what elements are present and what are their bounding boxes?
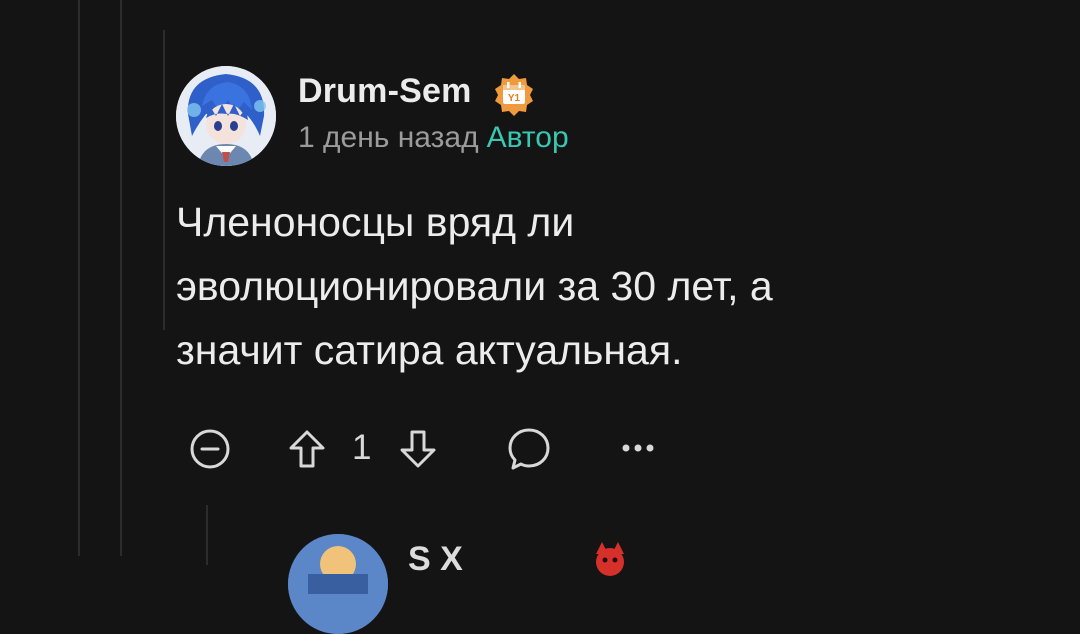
comment-meta: 1 день назад Автор	[298, 121, 569, 155]
minus-circle-icon[interactable]	[189, 428, 231, 470]
next-comment-username[interactable]: S X	[408, 540, 463, 579]
comment-bubble-icon[interactable]	[506, 426, 552, 472]
comment-line: Членоносцы вряд ли	[176, 199, 575, 245]
username[interactable]: Drum-Sem	[298, 72, 472, 111]
comment-line: значит сатира актуальная.	[176, 327, 683, 373]
comment-line: эволюционировали за 30 лет, а	[176, 263, 773, 309]
badge-text: Y1	[508, 93, 521, 104]
arrow-up-icon[interactable]	[287, 428, 327, 470]
reply-thread-line	[206, 505, 208, 565]
vote-count: 1	[352, 428, 372, 467]
comment-body: Членоносцы вряд ли эволюционировали за 3…	[176, 190, 896, 382]
thread-line-connector	[163, 30, 165, 330]
more-dots-icon[interactable]	[620, 440, 656, 456]
calendar-badge-icon[interactable]: Y1	[492, 72, 536, 116]
next-comment-avatar[interactable]	[288, 534, 388, 634]
red-devil-badge-icon	[590, 540, 630, 580]
thread-line-inner	[120, 0, 122, 556]
author-tag: Автор	[486, 121, 569, 154]
thread-line-outer	[78, 0, 80, 556]
timestamp: 1 день назад	[298, 121, 479, 154]
avatar[interactable]	[176, 66, 276, 166]
arrow-down-icon[interactable]	[398, 428, 438, 470]
